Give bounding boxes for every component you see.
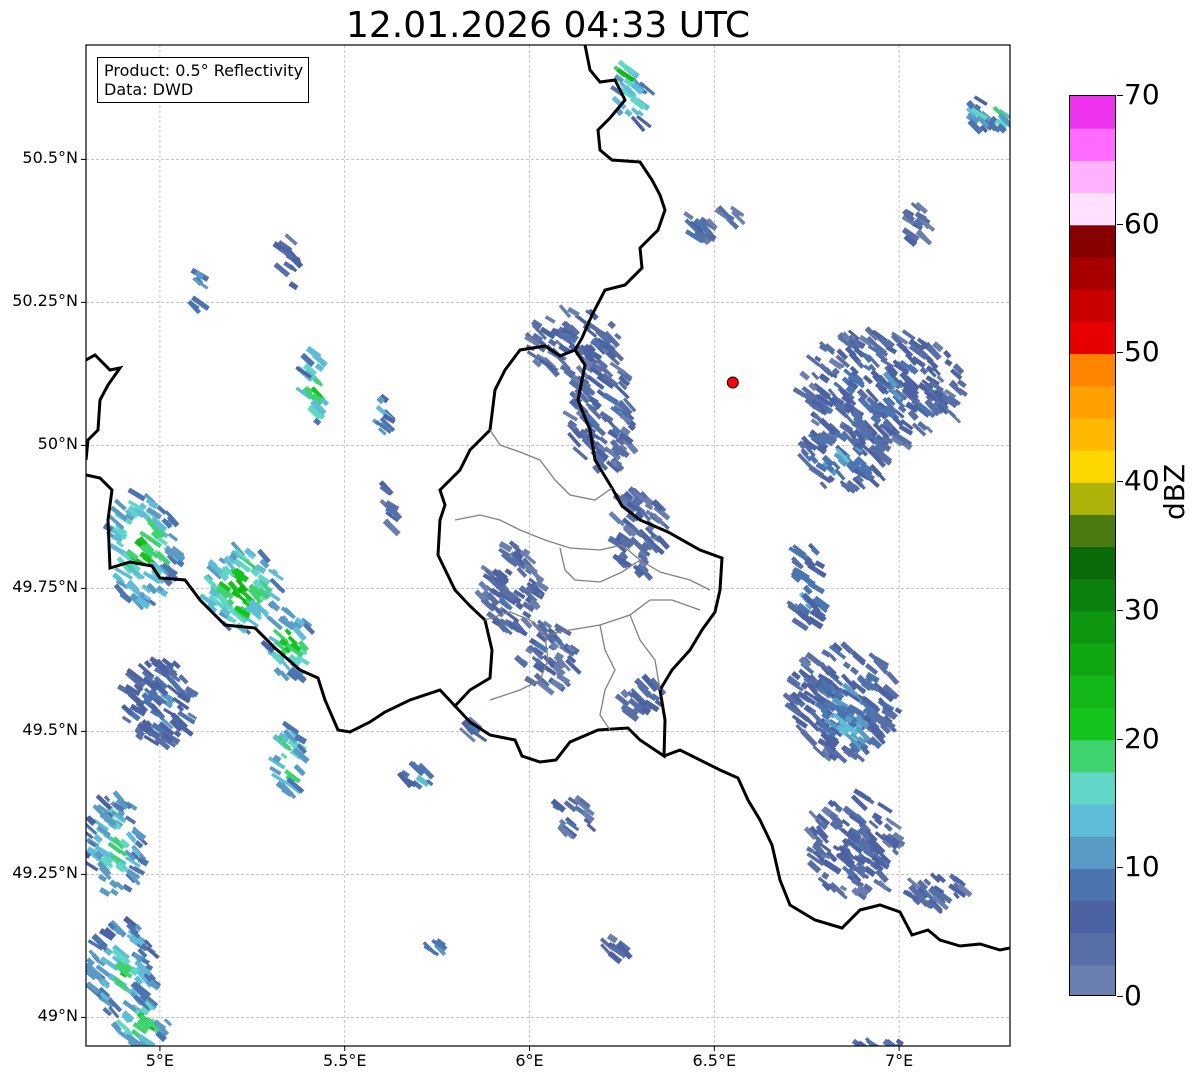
colorbar-swatch [1070, 675, 1115, 708]
echo-cell [714, 205, 746, 230]
colorbar-swatch [1070, 321, 1115, 355]
reflectivity-echoes [86, 59, 1010, 1046]
colorbar-unit-label: dBZ [1158, 463, 1191, 520]
colorbar-swatch [1070, 932, 1115, 966]
belgium-northwest-border [86, 353, 124, 461]
colorbar-swatch [1070, 128, 1115, 161]
colorbar-swatch [1070, 964, 1115, 995]
colorbar-tick [1117, 481, 1123, 483]
colorbar-tick [1117, 223, 1123, 225]
product-label: Product: 0.5° Reflectivity [104, 61, 304, 80]
lat-tick-label: 50.5°N [22, 148, 78, 168]
lat-tick-label: 49.25°N [12, 863, 78, 883]
echo-cell [102, 487, 186, 611]
luxembourg-border [436, 344, 724, 764]
lon-tick-label: 6°E [515, 1051, 544, 1070]
colorbar-tick [1117, 352, 1123, 354]
lat-tick-label: 49.75°N [12, 577, 78, 597]
colorbar-tick-label: 70 [1124, 78, 1160, 111]
echo-cell [110, 994, 173, 1046]
lat-tick-label: 50°N [37, 434, 78, 454]
echo-cell [267, 720, 310, 800]
lat-tick-label: 49°N [37, 1006, 78, 1026]
colorbar-swatch [1070, 771, 1115, 805]
colorbar-tick-label: 30 [1124, 592, 1160, 626]
lon-tick-label: 6.5°E [692, 1051, 737, 1070]
echo-cell [86, 790, 150, 897]
colorbar-swatch [1070, 385, 1115, 419]
colorbar-swatch [1070, 643, 1115, 676]
colorbar-swatch [1070, 868, 1115, 902]
echo-cell [272, 233, 304, 291]
echo-cell [371, 393, 396, 436]
lon-tick-label: 5.5°E [322, 1051, 367, 1070]
colorbar-swatch [1070, 610, 1115, 644]
plot-frame [85, 44, 1011, 1047]
echo-cell [786, 542, 830, 632]
echo-cell [607, 486, 671, 582]
radar-map[interactable] [0, 0, 1202, 1081]
echo-cell [550, 794, 597, 840]
echo-cell [422, 938, 448, 957]
echo-cell [902, 872, 973, 915]
colorbar-swatch [1070, 739, 1115, 773]
colorbar-swatch [1070, 546, 1115, 580]
lat-tick-label: 50.25°N [12, 291, 78, 311]
colorbar-swatch [1070, 353, 1115, 387]
colorbar-tick-label: 40 [1124, 464, 1160, 498]
colorbar-swatch [1070, 514, 1115, 548]
echo-cell [901, 201, 936, 247]
colorbar-swatch [1070, 224, 1115, 258]
echo-cell [187, 267, 210, 315]
colorbar-swatch [1070, 578, 1115, 612]
graticule [86, 45, 1010, 1046]
echo-cell [524, 304, 625, 382]
colorbar-swatch [1070, 836, 1115, 869]
lon-tick-label: 5°E [145, 1051, 175, 1070]
echo-cell [396, 760, 435, 790]
radar-site-marker [726, 376, 739, 389]
radar-site-dot [726, 376, 739, 389]
colorbar-swatch [1070, 160, 1115, 194]
product-info-box: Product: 0.5° Reflectivity Data: DWD [97, 57, 310, 103]
colorbar-tick-label: 0 [1124, 979, 1142, 1012]
echo-cell [782, 641, 903, 764]
data-source-label: Data: DWD [104, 80, 194, 99]
colorbar-tick [1117, 996, 1123, 997]
lat-tick-label: 49.5°N [22, 720, 78, 740]
colorbar-tick [1117, 95, 1123, 96]
colorbar-tick [1117, 609, 1123, 611]
lon-tick-label: 7°E [884, 1051, 914, 1070]
colorbar-swatch [1070, 289, 1115, 322]
colorbar-tick-label: 20 [1124, 721, 1160, 755]
echo-cell [295, 345, 330, 426]
colorbar-tick-label: 50 [1124, 335, 1160, 369]
colorbar-swatch [1070, 96, 1115, 129]
colorbar-tick-label: 60 [1124, 206, 1160, 240]
echo-cell [378, 480, 403, 537]
echo-cell [683, 211, 718, 246]
colorbar-swatch [1070, 803, 1115, 837]
colorbar-tick-label: 10 [1124, 850, 1160, 884]
echo-cell [117, 656, 199, 751]
echo-cell [803, 788, 906, 901]
colorbar-swatch [1070, 707, 1115, 741]
colorbar-swatch [1070, 256, 1115, 290]
colorbar-swatch [1070, 900, 1115, 934]
echo-cell [599, 933, 633, 965]
borders [86, 45, 1010, 952]
colorbar-swatch [1070, 417, 1115, 451]
colorbar [1069, 95, 1116, 996]
colorbar-tick [1117, 867, 1123, 869]
colorbar-swatch [1070, 449, 1115, 483]
colorbar-swatch [1070, 192, 1115, 226]
colorbar-swatch [1070, 482, 1115, 515]
colorbar-tick [1117, 738, 1123, 740]
